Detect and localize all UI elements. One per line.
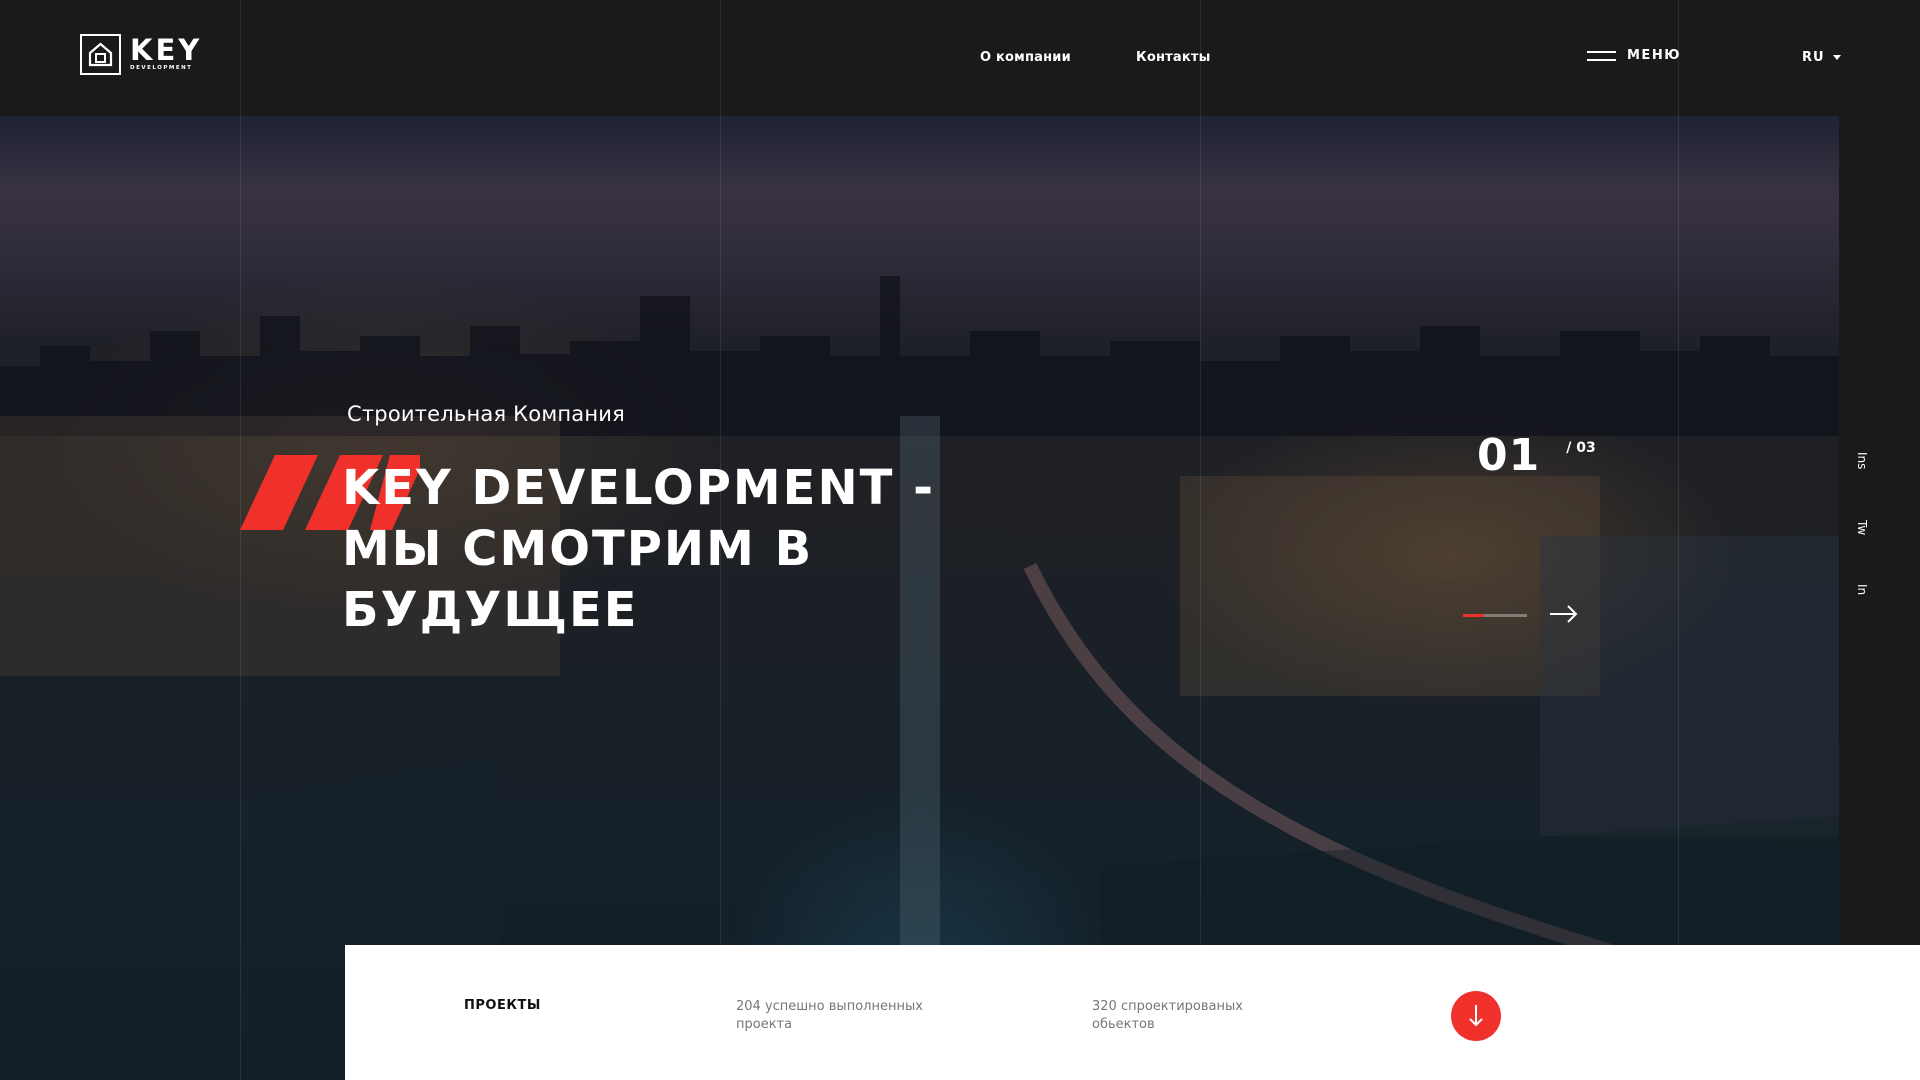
slide-counter: 01 / 03 bbox=[1477, 432, 1596, 480]
social-link-linkedin[interactable]: In bbox=[1855, 584, 1869, 595]
hero-title-line: KEY DEVELOPMENT - bbox=[342, 460, 935, 516]
projects-info-bar: ПРОЕКТЫ 204 успешно выполненных проекта … bbox=[345, 945, 1920, 1080]
slide-progress bbox=[1463, 614, 1527, 617]
logo-wordmark: KEY bbox=[130, 33, 203, 67]
hero-title-line: МЫ СМОТРИМ В bbox=[342, 521, 814, 577]
site-header: KEY DEVELOPMENT О компании Контакты МЕНЮ… bbox=[0, 0, 1920, 116]
slide-total: / 03 bbox=[1566, 440, 1596, 456]
social-link-instagram[interactable]: Ins bbox=[1855, 452, 1869, 469]
menu-button[interactable]: МЕНЮ bbox=[1587, 48, 1681, 63]
arrow-down-icon bbox=[1469, 1005, 1483, 1027]
stat-designed: 320 спроектированых обьектов bbox=[1092, 999, 1243, 1032]
projects-title: ПРОЕКТЫ bbox=[464, 998, 541, 1013]
grid-line bbox=[1200, 0, 1201, 1080]
nav-link-about[interactable]: О компании bbox=[980, 50, 1071, 65]
side-strip bbox=[1839, 116, 1920, 1080]
stat-completed: 204 успешно выполненных проекта bbox=[736, 999, 923, 1032]
logo[interactable]: KEY DEVELOPMENT bbox=[80, 33, 202, 75]
slide-progress-fill bbox=[1463, 614, 1485, 617]
hero-title-line: БУДУЩЕЕ bbox=[342, 582, 639, 638]
menu-label: МЕНЮ bbox=[1627, 48, 1681, 63]
arrow-right-icon[interactable] bbox=[1550, 605, 1578, 627]
language-select[interactable]: RU bbox=[1802, 50, 1841, 65]
language-label: RU bbox=[1802, 50, 1825, 65]
scroll-down-button[interactable] bbox=[1451, 991, 1501, 1041]
grid-line bbox=[1678, 0, 1679, 1080]
grid-line bbox=[240, 0, 241, 1080]
caret-down-icon bbox=[1832, 55, 1841, 60]
house-icon bbox=[80, 33, 121, 75]
hamburger-icon bbox=[1587, 50, 1616, 61]
hero-subtitle: Строительная Компания bbox=[347, 402, 625, 426]
logo-tagline: DEVELOPMENT bbox=[130, 65, 193, 71]
slide-current: 01 bbox=[1477, 430, 1541, 481]
social-link-twitter[interactable]: Tw bbox=[1855, 520, 1869, 535]
hero-title: KEY DEVELOPMENT - МЫ СМОТРИМ В БУДУЩЕЕ bbox=[342, 458, 962, 641]
